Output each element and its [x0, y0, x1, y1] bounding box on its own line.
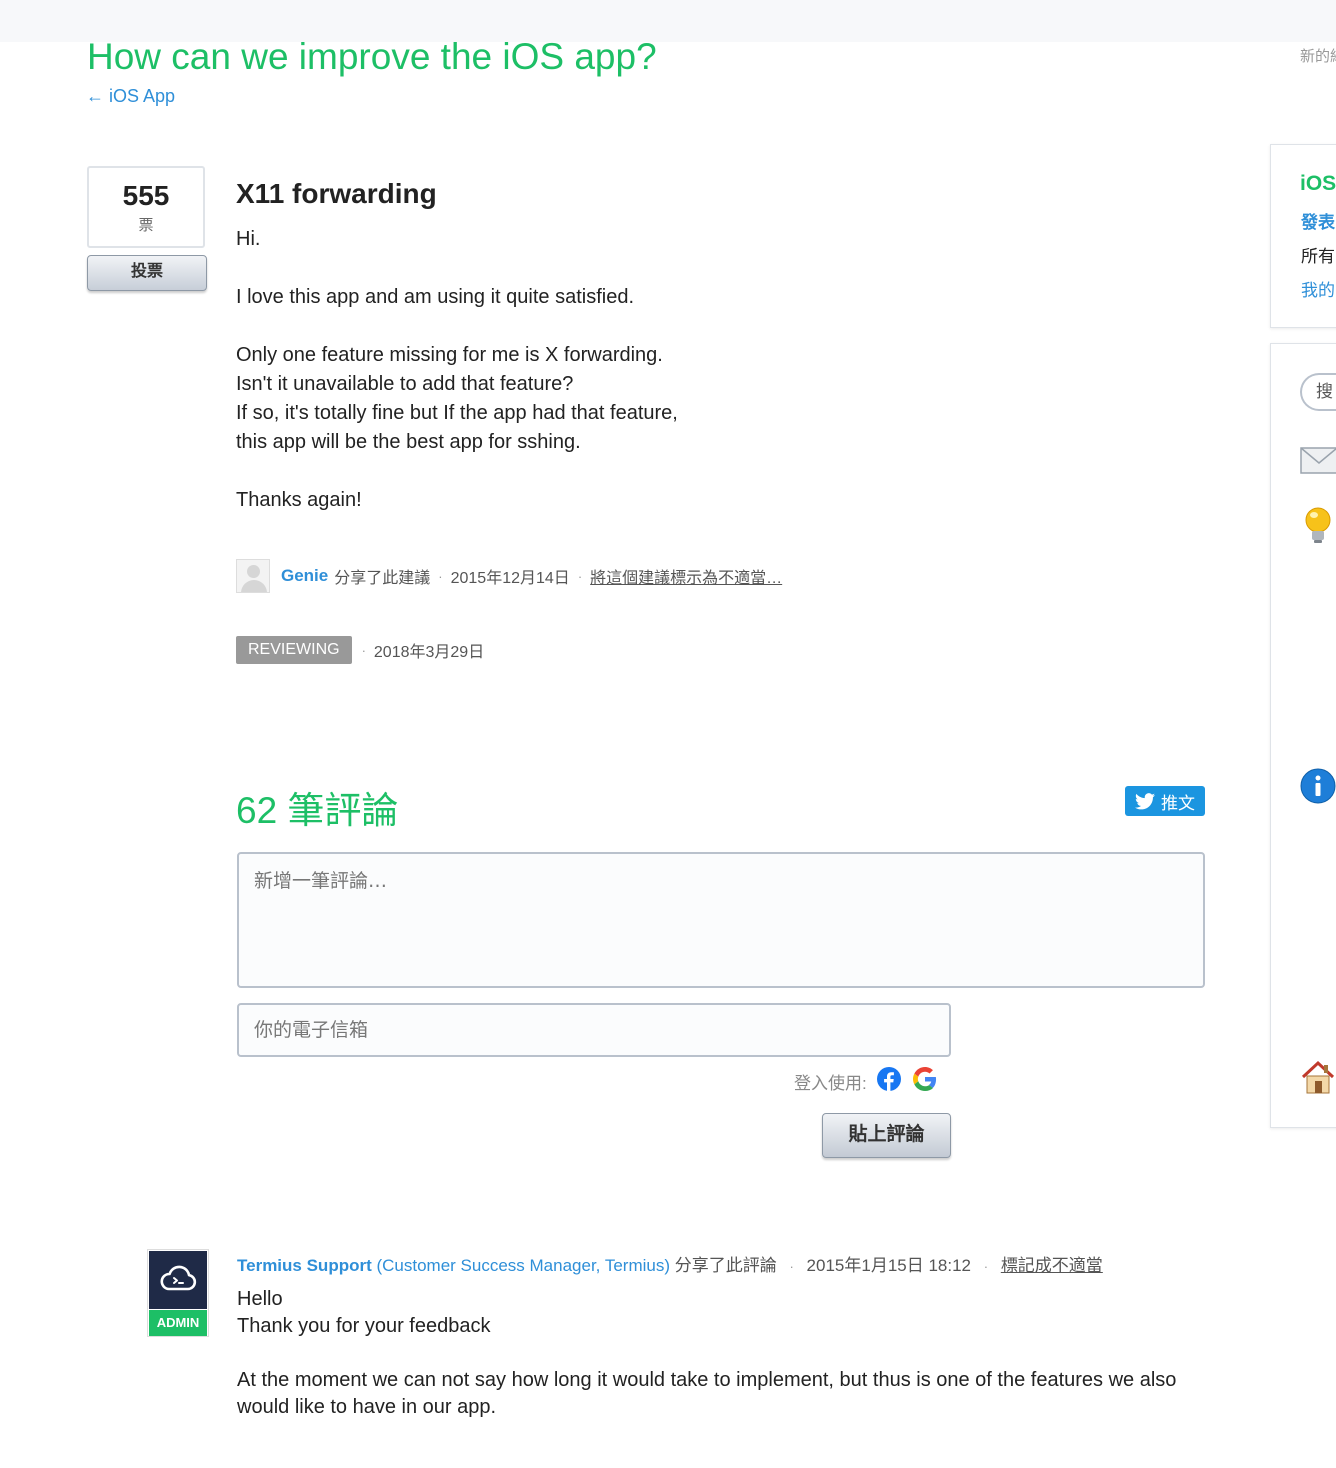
idea-meta: Genie 分享了此建議 · 2015年12月14日 · 將這個建議標示為不適當… — [236, 559, 782, 593]
post-comment-button[interactable]: 貼上評論 — [822, 1113, 951, 1158]
comment-body: Hello Thank you for your feedback At the… — [237, 1286, 1177, 1421]
comment-author-link[interactable]: Termius Support — [237, 1256, 372, 1275]
vote-count-box: 555 票 — [87, 166, 205, 248]
google-login-button[interactable] — [912, 1067, 937, 1096]
idea-body-line — [236, 312, 876, 341]
social-login-row: 登入使用: — [794, 1067, 937, 1096]
vote-button[interactable]: 投票 — [87, 255, 207, 291]
lightbulb-icon[interactable] — [1303, 506, 1333, 551]
idea-body-line: Hi. — [236, 228, 261, 250]
vote-unit: 票 — [138, 217, 154, 234]
idea-body-line: Only one feature missing for me is X for… — [236, 344, 663, 366]
facebook-login-button[interactable] — [876, 1067, 901, 1096]
comment-textarea[interactable] — [237, 852, 1205, 988]
comment-shared-text: 分享了此評論 — [674, 1256, 777, 1275]
mail-icon[interactable] — [1300, 445, 1336, 480]
sidebar-item-post[interactable]: 發表 — [1301, 208, 1335, 233]
admin-avatar: ADMIN — [147, 1249, 209, 1337]
login-label: 登入使用: — [794, 1074, 867, 1093]
sidebar-search-input[interactable]: 搜 — [1300, 373, 1336, 411]
tweet-label: 推文 — [1161, 793, 1195, 813]
idea-body-line: Thanks again! — [236, 489, 362, 511]
idea-body-line — [236, 254, 876, 283]
admin-badge: ADMIN — [149, 1310, 207, 1336]
status-badge: REVIEWING — [236, 636, 352, 664]
page-title: How can we improve the iOS app? — [87, 36, 657, 77]
idea-body-line: If so, it's totally fine but If the app … — [236, 402, 678, 424]
idea-body: Hi. I love this app and am using it quit… — [236, 225, 876, 515]
comment-body-line: At the moment we can not say how long it… — [237, 1369, 1177, 1418]
idea-body-line: this app will be the best app for sshing… — [236, 431, 581, 453]
top-right-link[interactable]: 新的網 — [1300, 45, 1336, 66]
comment-body-line — [237, 1340, 1177, 1367]
idea-body-line: I love this app and am using it quite sa… — [236, 286, 635, 308]
comment-body-line: Hello — [237, 1288, 283, 1310]
vote-count: 555 — [122, 180, 170, 211]
facebook-icon — [876, 1067, 901, 1091]
status-date: 2018年3月29日 — [373, 644, 485, 661]
flag-comment-link[interactable]: 標記成不適當 — [1001, 1256, 1103, 1275]
info-icon[interactable] — [1300, 768, 1336, 809]
avatar — [236, 559, 270, 593]
idea-title: X11 forwarding — [236, 178, 437, 209]
idea-body-line: Isn't it unavailable to add that feature… — [236, 373, 574, 395]
sidebar-item-all[interactable]: 所有 — [1301, 242, 1335, 267]
twitter-icon — [1135, 792, 1155, 809]
idea-body-line — [236, 457, 876, 486]
flag-idea-link[interactable]: 將這個建議標示為不適當… — [590, 564, 782, 588]
sidebar-title: iOS — [1300, 172, 1336, 195]
comments-count-title: 62 筆評論 — [236, 790, 399, 831]
sidebar-item-mine[interactable]: 我的 — [1301, 276, 1335, 301]
comment-meta: Termius Support (Customer Success Manage… — [237, 1256, 1103, 1275]
home-icon[interactable] — [1300, 1059, 1336, 1100]
termius-logo-icon — [149, 1251, 207, 1309]
comment-body-line: Thank you for your feedback — [237, 1315, 491, 1337]
email-field[interactable] — [237, 1003, 951, 1057]
back-link-ios-app[interactable]: ← iOS App — [86, 86, 175, 107]
tweet-button[interactable]: 推文 — [1125, 786, 1205, 816]
google-icon — [912, 1067, 936, 1091]
comment-date: 2015年1月15日 18:12 — [806, 1256, 971, 1275]
idea-shared-text: 分享了此建議 — [334, 570, 431, 587]
idea-date: 2015年12月14日 — [450, 570, 570, 587]
comment-author-role: (Customer Success Manager, Termius) — [376, 1256, 670, 1275]
idea-author-link[interactable]: Genie — [281, 566, 328, 586]
status-row: REVIEWING · 2018年3月29日 — [236, 636, 484, 664]
